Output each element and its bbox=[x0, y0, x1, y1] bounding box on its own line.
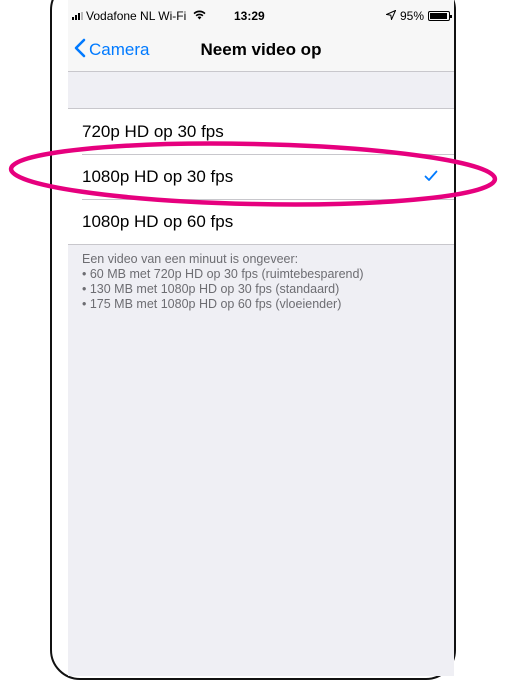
wifi-icon bbox=[193, 9, 206, 23]
location-arrow-icon bbox=[384, 9, 397, 23]
carrier-label: Vodafone NL Wi-Fi bbox=[86, 9, 187, 23]
option-label: 1080p HD op 60 fps bbox=[82, 212, 234, 231]
battery-icon bbox=[428, 11, 452, 21]
option-label: 720p HD op 30 fps bbox=[82, 122, 224, 141]
screen: Vodafone NL Wi-Fi 13:29 95% Camera Neem … bbox=[68, 0, 454, 676]
battery-percent: 95% bbox=[399, 9, 424, 23]
option-1080p-30[interactable]: 1080p HD op 30 fps bbox=[68, 154, 454, 199]
status-time: 13:29 bbox=[234, 9, 265, 23]
page-title: Neem video op bbox=[200, 40, 322, 59]
checkmark-icon bbox=[424, 154, 438, 199]
status-left: Vodafone NL Wi-Fi bbox=[72, 9, 206, 23]
video-format-list: 720p HD op 30 fps 1080p HD op 30 fps 108… bbox=[68, 108, 454, 245]
footer-line: • 60 MB met 720p HD op 30 fps (ruimtebes… bbox=[82, 267, 364, 281]
size-info-footer: Een video van een minuut is ongeveer: • … bbox=[82, 252, 442, 312]
signal-icon bbox=[72, 12, 83, 20]
option-1080p-60[interactable]: 1080p HD op 60 fps bbox=[68, 199, 454, 244]
status-right: 95% bbox=[384, 9, 452, 23]
option-label: 1080p HD op 30 fps bbox=[82, 167, 234, 186]
status-bar: Vodafone NL Wi-Fi 13:29 95% bbox=[68, 0, 454, 28]
footer-line: • 130 MB met 1080p HD op 30 fps (standaa… bbox=[82, 282, 340, 296]
footer-line: • 175 MB met 1080p HD op 60 fps (vloeien… bbox=[82, 297, 342, 311]
battery-fill bbox=[430, 13, 448, 19]
option-720p-30[interactable]: 720p HD op 30 fps bbox=[68, 109, 454, 154]
footer-line: Een video van een minuut is ongeveer: bbox=[82, 252, 299, 266]
navigation-bar: Camera Neem video op bbox=[68, 28, 454, 72]
